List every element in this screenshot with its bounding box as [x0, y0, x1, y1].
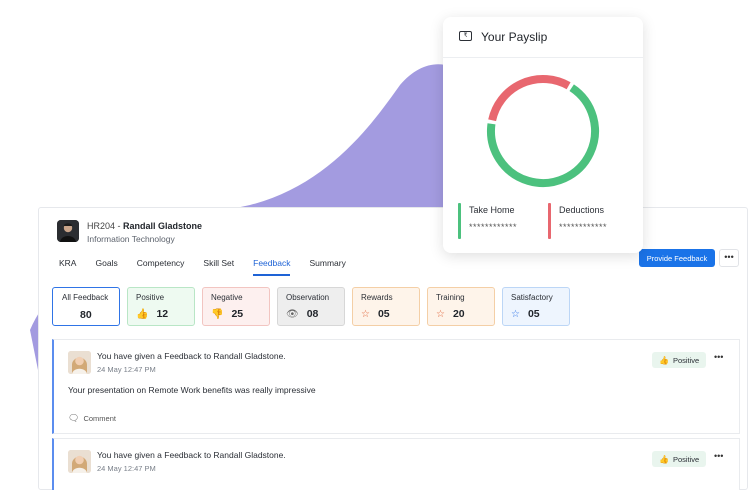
take-home-bar	[458, 203, 461, 239]
thumbs-up-icon: 👍	[659, 454, 669, 464]
card-label: Negative	[211, 293, 243, 302]
user-avatar	[68, 450, 91, 473]
positive-badge: 👍 Positive	[652, 451, 707, 467]
card-all-feedback[interactable]: All Feedback 80	[52, 287, 120, 326]
deductions-arc	[488, 75, 571, 122]
tab-bar: KRA Goals Competency Skill Set Feedback …	[59, 258, 365, 276]
tab-goals[interactable]: Goals	[95, 258, 117, 276]
card-satisfactory[interactable]: Satisfactory ☆ 05	[502, 287, 570, 326]
employee-name: Randall Gladstone	[123, 221, 203, 231]
star-icon: ☆	[361, 308, 370, 320]
card-training[interactable]: Training ☆ 20	[427, 287, 495, 326]
card-label: Rewards	[361, 293, 393, 302]
badge-label: Positive	[672, 355, 700, 365]
feedback-more-button[interactable]: •••	[714, 451, 723, 461]
card-label: Observation	[286, 293, 330, 302]
feedback-item: You have given a Feedback to Randall Gla…	[52, 438, 740, 490]
tab-kra[interactable]: KRA	[59, 258, 76, 276]
tab-feedback[interactable]: Feedback	[253, 258, 291, 276]
deductions-bar	[548, 203, 551, 239]
take-home-arc	[487, 84, 599, 187]
more-options-button[interactable]: •••	[719, 249, 739, 267]
card-label: All Feedback	[62, 293, 109, 302]
badge-label: Positive	[672, 454, 700, 464]
employee-avatar	[57, 220, 79, 242]
card-label: Training	[436, 293, 465, 302]
summary-cards: All Feedback 80 Positive 👍 12 Negative 👎 2…	[52, 287, 577, 326]
card-count: 25	[231, 308, 244, 320]
feedback-message: Your presentation on Remote Work benefit…	[68, 385, 316, 395]
employee-separator: -	[115, 221, 124, 231]
card-positive[interactable]: Positive 👍 12	[127, 287, 195, 326]
card-label: Positive	[136, 293, 165, 302]
feedback-date: 24 May 12:47 PM	[97, 365, 156, 374]
star-icon: ☆	[436, 308, 445, 320]
comment-button[interactable]: 🗨 Comment	[68, 413, 116, 424]
deductions-value: ************	[559, 222, 608, 232]
thumbs-up-icon: 👍	[136, 308, 149, 320]
thumbs-down-icon: 👎	[211, 308, 224, 320]
rupee-card-icon: ₹	[459, 31, 472, 41]
feedback-title: You have given a Feedback to Randall Gla…	[97, 450, 286, 460]
card-count: 80	[80, 309, 92, 321]
take-home-label: Take Home	[469, 205, 515, 215]
eye-icon: 👁	[286, 308, 299, 320]
tab-competency[interactable]: Competency	[137, 258, 185, 276]
tab-skill-set[interactable]: Skill Set	[203, 258, 234, 276]
star-icon: ☆	[511, 308, 520, 320]
card-observation[interactable]: Observation 👁 08	[277, 287, 345, 326]
provide-feedback-button[interactable]: Provide Feedback	[639, 249, 715, 267]
positive-badge: 👍 Positive	[652, 352, 707, 368]
payslip-donut-chart	[487, 75, 599, 187]
employee-id: HR204	[87, 221, 116, 231]
payslip-title: Your Payslip	[481, 30, 548, 44]
card-count: 12	[156, 308, 169, 320]
comment-icon: 🗨	[68, 413, 80, 423]
deductions-label: Deductions	[559, 205, 605, 215]
card-count: 05	[377, 308, 390, 320]
employee-id-name: HR204 - Randall Gladstone	[87, 221, 202, 231]
comment-label: Comment	[83, 414, 116, 423]
feedback-item: You have given a Feedback to Randall Gla…	[52, 339, 740, 434]
feedback-date: 24 May 12:47 PM	[97, 464, 156, 473]
thumbs-up-icon: 👍	[659, 355, 669, 365]
take-home-value: ************	[469, 222, 518, 232]
feedback-title: You have given a Feedback to Randall Gla…	[97, 351, 286, 361]
card-count: 08	[306, 308, 319, 320]
payslip-header: ₹ Your Payslip	[443, 17, 643, 58]
card-negative[interactable]: Negative 👎 25	[202, 287, 270, 326]
card-label: Satisfactory	[511, 293, 553, 302]
payslip-card: ₹ Your Payslip Take Home ************ De…	[443, 17, 643, 253]
card-count: 20	[452, 308, 465, 320]
employee-department: Information Technology	[87, 234, 175, 244]
tab-summary[interactable]: Summary	[309, 258, 345, 276]
card-rewards[interactable]: Rewards ☆ 05	[352, 287, 420, 326]
card-count: 05	[527, 308, 540, 320]
user-avatar	[68, 351, 91, 374]
feedback-more-button[interactable]: •••	[714, 352, 723, 362]
